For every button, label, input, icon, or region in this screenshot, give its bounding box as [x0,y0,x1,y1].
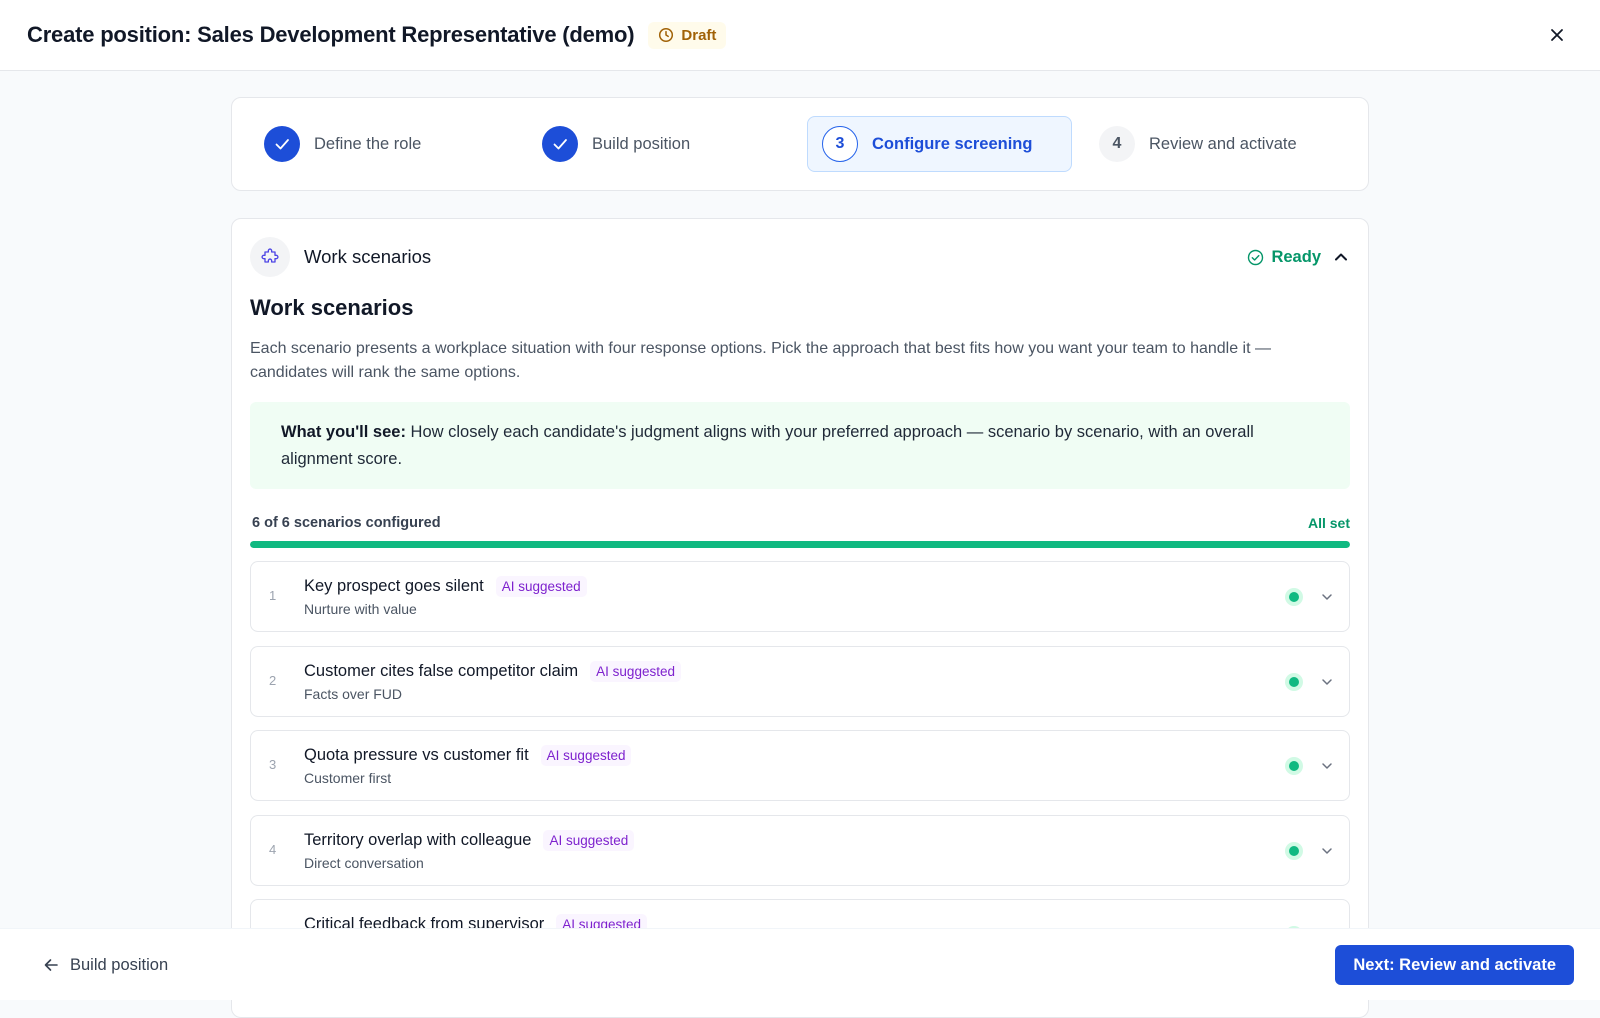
puzzle-icon [261,248,279,263]
check-icon [275,139,289,150]
step-number: 3 [822,126,858,162]
scenario-title-row: Customer cites false competitor claim AI … [304,660,681,682]
chevron-down-icon[interactable] [1319,843,1335,859]
section-description: Each scenario presents a workplace situa… [250,340,1271,381]
step-number: 4 [1099,126,1135,162]
status-dot [1289,592,1299,602]
scenario-title: Territory overlap with colleague [304,830,532,849]
scenario-subtitle: Customer first [304,770,392,786]
clock-icon [659,27,674,43]
callout-text: How closely each candidate's judgment al… [281,423,1254,468]
scenario-number: 4 [269,841,277,857]
status-dot [1289,676,1299,687]
status-badge: Draft [648,21,727,49]
scenario-subtitle: Direct conversation [304,854,424,871]
back-button[interactable]: Build position [42,950,168,980]
step-2-complete-indicator [542,126,578,162]
progress-bar [250,541,1350,548]
next-button[interactable]: Next: Review and activate [1335,945,1574,985]
scenario-subtitle: Nurture with value [304,601,417,617]
page-title: Create position: Sales Development Repre… [27,22,635,47]
scenario-title-row: Quota pressure vs customer fit AI suggest… [304,745,632,766]
scenario-subtitle: Facts over FUD [304,685,403,702]
scenario-row[interactable]: 4 Territory overlap with colleague AI sugg… [250,814,1350,886]
scenario-row[interactable]: 2 Customer cites false competitor claim AI… [250,645,1350,717]
section-status-label: Ready [1271,247,1321,266]
arrow-left-icon [44,959,58,971]
progress-label: 6 of 6 scenarios configured [252,515,441,531]
check-icon [553,139,567,150]
back-button-label: Build position [70,955,169,974]
ai-suggested-badge: AI suggested [540,745,632,766]
progress-status: All set [1307,515,1350,531]
scenario-number: 2 [269,672,277,688]
scenario-title-row: Key prospect goes silent AI suggested [304,576,587,597]
section-header[interactable]: Work scenarios Ready [250,237,1350,277]
scenario-status-indicator [1285,757,1303,775]
status-badge-label: Draft [681,26,717,44]
step-define-role[interactable]: Define the role [264,116,421,172]
scenario-title-row: Territory overlap with colleague AI sugge… [304,829,635,851]
ai-suggested-badge: AI suggested [590,660,681,682]
scenario-title: Key prospect goes silent [304,577,484,595]
scenario-status-indicator [1285,588,1303,606]
work-scenarios-card: Work scenarios Ready Work scenarios Each… [231,218,1369,1018]
chevron-down-icon[interactable] [1319,589,1335,605]
scenario-title: Customer cites false competitor claim [304,661,579,680]
check-circle-icon [1248,249,1264,265]
status-dot [1289,761,1299,771]
scenario-number: 3 [269,757,277,772]
scenario-title: Quota pressure vs customer fit [304,746,529,764]
step-configure-screening[interactable]: 3 Configure screening [807,116,1072,172]
step-label: Configure screening [872,134,1033,153]
status-dot [1289,845,1299,856]
section-icon-container [250,237,290,277]
step-label: Review and activate [1149,134,1297,153]
ai-suggested-badge: AI suggested [543,829,635,851]
step-1-complete-indicator [264,126,300,162]
footer-bar: Build position Next: Review and activate [0,928,1600,1000]
scenario-row[interactable]: 3 Quota pressure vs customer fit AI sugges… [250,730,1350,801]
step-label: Define the role [314,134,422,153]
progress-stepper: Define the role Build position 3 Configu… [231,97,1369,191]
step-label: Build position [592,134,691,153]
section-header-label: Work scenarios [304,246,432,267]
chevron-down-icon[interactable] [1319,758,1335,774]
scenario-status-indicator [1285,841,1303,860]
scenario-row[interactable]: 1 Key prospect goes silent AI suggested Nur… [250,561,1350,632]
progress-bar-fill [250,541,1350,548]
scenario-number: 1 [269,588,277,603]
close-icon [1551,29,1563,41]
section-title: Work scenarios [250,295,414,320]
close-button[interactable] [1544,22,1570,48]
page-header: Create position: Sales Development Repre… [0,0,1600,71]
info-callout: What you'll see: How closely each candid… [250,402,1350,489]
callout-lead: What you'll see: [281,423,406,441]
chevron-up-icon [1335,253,1347,261]
step-review-activate[interactable]: 4 Review and activate [1099,116,1297,172]
scenario-status-indicator [1285,672,1303,691]
ai-suggested-badge: AI suggested [495,576,587,597]
chevron-down-icon[interactable] [1319,674,1335,690]
section-status-toggle[interactable]: Ready [1247,248,1350,267]
step-build-position[interactable]: Build position [542,116,690,172]
